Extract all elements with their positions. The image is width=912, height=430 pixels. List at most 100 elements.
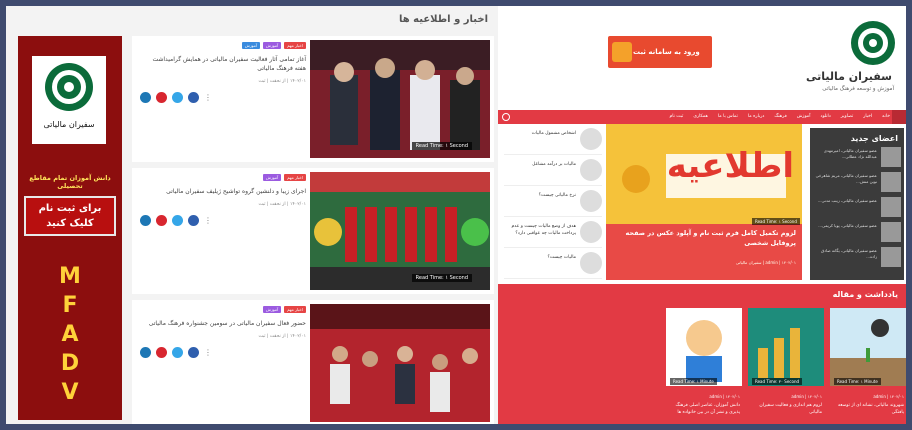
facebook-icon[interactable] bbox=[188, 215, 199, 226]
list-item[interactable]: مالیات بر درآمد مشاغل bbox=[504, 155, 602, 186]
featured-title[interactable]: لزوم تکمیل کامل فرم ثبت نام و آپلود عکس … bbox=[612, 228, 796, 248]
hall-photo bbox=[310, 304, 490, 422]
nav-items: خانه اخبار تصاویر دانلود آموزش فرهنگ درب… bbox=[669, 110, 890, 124]
member-item[interactable]: عضو سفیران مالیاتی، مریم شاهرخی نوین منش… bbox=[813, 170, 901, 194]
news-thumbnail[interactable]: Read Time: ۱ Second bbox=[310, 172, 490, 290]
read-time-label: Read Time: ۱ Second bbox=[411, 142, 472, 150]
post-title[interactable]: اشخاص مشمول مالیات bbox=[506, 130, 576, 137]
ad-letter: F bbox=[62, 293, 78, 318]
nav-item[interactable]: دانلود bbox=[820, 110, 830, 124]
news-card[interactable]: Read Time: ۱ Second اخبار مهم آموزش اجرا… bbox=[132, 168, 494, 294]
twitter-icon[interactable] bbox=[172, 215, 183, 226]
nav-item[interactable]: ثبت نام bbox=[669, 110, 683, 124]
avatar bbox=[881, 222, 901, 242]
register-banner[interactable]: ورود به سامانه ثبت نام bbox=[608, 36, 712, 68]
home-icon[interactable] bbox=[892, 110, 906, 124]
avatar bbox=[881, 172, 901, 192]
news-body: اخبار مهم آموزش اجرای زیبا و دلنشین گروه… bbox=[140, 174, 306, 226]
tag[interactable]: اخبار مهم bbox=[284, 42, 306, 49]
register-button[interactable]: برای ثبت نام کلیک کنید bbox=[24, 196, 116, 236]
nav-item[interactable]: فرهنگ bbox=[774, 110, 786, 124]
linkedin-icon[interactable] bbox=[140, 92, 151, 103]
note-title[interactable]: شهروند مالیاتی، نشانه ای از توسعه یافتگی bbox=[832, 402, 904, 416]
nav-item[interactable]: تماس با ما bbox=[718, 110, 738, 124]
ad-letters: M F A D V bbox=[18, 262, 122, 407]
member-item[interactable]: عضو سفیران مالیاتی، زینب مدنی... bbox=[813, 195, 901, 219]
member-name: عضو سفیران مالیاتی، مریم شاهرخی نوین منش… bbox=[815, 173, 877, 184]
linkedin-icon[interactable] bbox=[140, 347, 151, 358]
member-item[interactable]: عضو سفیران مالیاتی، پویا کریمی... bbox=[813, 220, 901, 244]
news-title[interactable]: اجرای زیبا و دلنشین گروه تواشیح ژیلیف سف… bbox=[140, 187, 306, 196]
post-title[interactable]: هدف از وضع مالیات چیست و عدم پرداخت مالی… bbox=[506, 223, 577, 237]
nav-item[interactable]: درباره ما bbox=[748, 110, 765, 124]
tag[interactable]: اخبار مهم bbox=[284, 174, 306, 181]
site-logo-icon[interactable] bbox=[850, 20, 896, 66]
facebook-icon[interactable] bbox=[188, 92, 199, 103]
registration-ad[interactable]: سفیران مالیاتی دانش آموزان تمام مقاطع تح… bbox=[18, 36, 122, 420]
note-meta: admin | ۱۴۰۲/۰۱ bbox=[791, 394, 822, 399]
news-date: ۱۴۰۲/۰۱ | از نحقت | ثبت bbox=[258, 334, 306, 339]
nav-item[interactable]: اخبار bbox=[863, 110, 872, 124]
news-thumbnail[interactable] bbox=[310, 304, 490, 422]
pinterest-icon[interactable] bbox=[156, 215, 167, 226]
post-title[interactable]: مالیات چیست؟ bbox=[506, 254, 576, 261]
tag[interactable]: آموزش bbox=[241, 42, 260, 49]
site-name[interactable]: سفیران مالیاتی bbox=[806, 70, 892, 83]
list-item[interactable]: اشخاص مشمول مالیات bbox=[504, 124, 602, 155]
nav-item[interactable]: تصاویر bbox=[841, 110, 853, 124]
news-title[interactable]: حضور فعال سفیران مالیاتی در سومین جشنوار… bbox=[140, 319, 306, 328]
list-item[interactable]: نرخ مالیاتی چیست؟ bbox=[504, 186, 602, 217]
news-card[interactable]: Read Time: ۱ Second اخبار مهم آموزش آموز… bbox=[132, 36, 494, 162]
note-card[interactable]: Read Time: ۳۰ Second admin | ۱۴۰۲/۰۱ لزو… bbox=[748, 308, 824, 420]
notes-title: یادداشت و مقاله bbox=[832, 290, 898, 299]
avatar bbox=[881, 147, 901, 167]
twitter-icon[interactable] bbox=[172, 92, 183, 103]
tag[interactable]: آموزش bbox=[262, 306, 282, 313]
nav-item[interactable]: آموزش bbox=[797, 110, 811, 124]
featured-post[interactable]: اطلاعیه Read Time: ۱ Second لزوم تکمیل ک… bbox=[606, 124, 802, 280]
news-thumbnail[interactable]: Read Time: ۱ Second bbox=[310, 40, 490, 158]
news-title[interactable]: آغاز تمامی آثار فعالیت سفیران مالیاتی در… bbox=[140, 55, 306, 73]
linkedin-icon[interactable] bbox=[140, 215, 151, 226]
tag[interactable]: اخبار مهم bbox=[284, 306, 306, 313]
post-thumb bbox=[580, 159, 602, 181]
pinterest-icon[interactable] bbox=[156, 92, 167, 103]
twitter-icon[interactable] bbox=[172, 347, 183, 358]
register-button-line1: برای ثبت نام bbox=[38, 203, 102, 214]
ad-logo-text: سفیران مالیاتی bbox=[43, 120, 95, 129]
search-icon[interactable] bbox=[502, 113, 510, 121]
note-title[interactable]: لزوم هم اندازی و فعالیت سفیران مالیاتی bbox=[750, 402, 822, 416]
member-name: عضو سفیران مالیاتی، امیرمهدی عبدالله نژا… bbox=[823, 148, 877, 159]
note-card[interactable]: Read Time: ۱ Minute admin | ۱۴۰۲/۰۱ دانش… bbox=[666, 308, 742, 420]
post-title[interactable]: مالیات بر درآمد مشاغل bbox=[506, 161, 576, 168]
tag[interactable]: آموزش bbox=[262, 42, 282, 49]
news-card[interactable]: اخبار مهم آموزش حضور فعال سفیران مالیاتی… bbox=[132, 300, 494, 424]
ad-letter: V bbox=[61, 380, 79, 405]
avatar bbox=[881, 197, 901, 217]
coins-image bbox=[748, 308, 824, 386]
tag[interactable]: آموزش bbox=[262, 174, 282, 181]
facebook-icon[interactable] bbox=[188, 347, 199, 358]
note-card[interactable]: Read Time: ۱ Minute admin | ۱۴۰۲/۰۱ شهرو… bbox=[830, 308, 906, 420]
member-item[interactable]: عضو سفیران مالیاتی، امیرمهدی عبدالله نژا… bbox=[813, 145, 901, 169]
member-item[interactable]: عضو سفیران مالیاتی، یگانه صادق زاده... bbox=[813, 245, 901, 269]
side-post-list: اشخاص مشمول مالیات مالیات بر درآمد مشاغل… bbox=[504, 124, 602, 279]
share-row: ⋮ bbox=[140, 92, 306, 103]
pinterest-icon[interactable] bbox=[156, 347, 167, 358]
read-time-label: Read Time: ۱ Second bbox=[411, 274, 472, 282]
note-title[interactable]: دانش آموزان، عناصر اصلی فرهنگ پذیری و نش… bbox=[668, 402, 740, 416]
list-item[interactable]: هدف از وضع مالیات چیست و عدم پرداخت مالی… bbox=[504, 217, 602, 248]
site-subtitle: آموزش و توسعه فرهنگ مالیاتی bbox=[822, 86, 894, 92]
post-title[interactable]: نرخ مالیاتی چیست؟ bbox=[506, 192, 576, 199]
homepage-panel: سفیران مالیاتی آموزش و توسعه فرهنگ مالیا… bbox=[498, 6, 906, 424]
share-icon[interactable]: ⋮ bbox=[204, 215, 215, 226]
nav-item[interactable]: همکاری bbox=[693, 110, 708, 124]
section-title: اخبار و اطلاعیه ها bbox=[399, 14, 488, 25]
share-icon[interactable]: ⋮ bbox=[204, 347, 215, 358]
news-date: ۱۴۰۲/۰۱ | از نحقت | ثبت bbox=[258, 79, 306, 84]
list-item[interactable]: مالیات چیست؟ bbox=[504, 248, 602, 279]
nav-item[interactable]: خانه bbox=[882, 110, 890, 124]
ad-logo-box: سفیران مالیاتی bbox=[32, 56, 106, 144]
share-icon[interactable]: ⋮ bbox=[204, 92, 215, 103]
ad-letter: A bbox=[61, 322, 79, 347]
